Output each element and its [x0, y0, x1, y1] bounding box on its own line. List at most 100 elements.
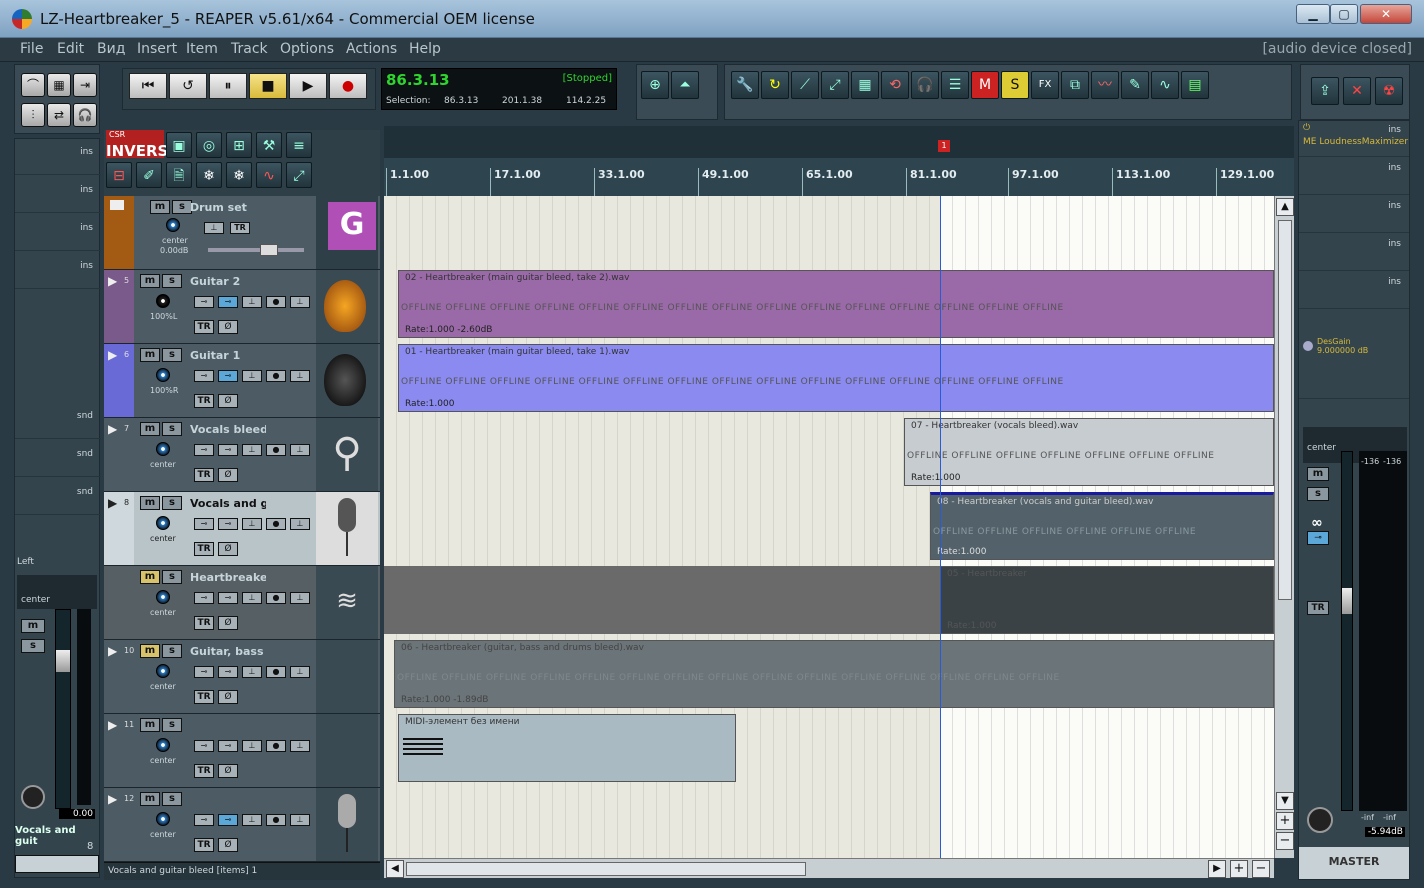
solo-button[interactable]: s: [162, 348, 182, 362]
io-button[interactable]: ⊥: [290, 444, 310, 456]
menu-track[interactable]: Track: [231, 41, 268, 57]
fx-button[interactable]: ⊸: [218, 666, 238, 678]
mute-button[interactable]: m: [140, 348, 160, 362]
expand-arrow-icon[interactable]: ▶: [108, 348, 117, 362]
selection-end[interactable]: 201.1.38: [502, 96, 542, 106]
knob-icon[interactable]: [1303, 341, 1313, 351]
arrange-view[interactable]: 02 - Heartbreaker (main guitar bleed, ta…: [384, 196, 1274, 858]
pan-knob[interactable]: [156, 738, 170, 752]
mixer-scrollbar[interactable]: [15, 855, 99, 873]
zoom-in-icon[interactable]: +: [1276, 812, 1294, 830]
fx-button[interactable]: ⊸: [218, 814, 238, 826]
route-button[interactable]: ⊸: [194, 592, 214, 604]
mute-button[interactable]: m: [140, 570, 160, 584]
send-slot[interactable]: snd: [15, 403, 101, 439]
media-item[interactable]: 06 - Heartbreaker (guitar, bass and drum…: [394, 640, 1274, 708]
record-button[interactable]: ●: [329, 73, 367, 99]
fx-button[interactable]: ⊸: [218, 592, 238, 604]
fx-slot[interactable]: ins: [15, 139, 101, 175]
split-icon[interactable]: ⇥: [73, 73, 97, 97]
pan-knob[interactable]: [156, 664, 170, 678]
mixer-icon[interactable]: ⫶: [21, 103, 45, 127]
maximize-button[interactable]: ▢: [1330, 4, 1358, 24]
rec-mode-button[interactable]: ●: [266, 370, 286, 382]
pan-knob[interactable]: [156, 442, 170, 456]
loop-icon[interactable]: ↻: [761, 71, 789, 99]
mute-button[interactable]: m: [150, 200, 170, 214]
go-to-start-button[interactable]: ⏮: [129, 73, 167, 99]
record-arm-icon[interactable]: [21, 785, 45, 809]
envelope-icon[interactable]: ⌒: [21, 73, 45, 97]
track-guitar-bass[interactable]: ▶ 10 m s Guitar, bass a center ⊸ ⊸ ⊥ ● ⊥…: [104, 640, 380, 714]
ripple-icon[interactable]: ⟲: [881, 71, 909, 99]
menu-file[interactable]: File: [20, 41, 43, 57]
scroll-thumb[interactable]: [1278, 220, 1292, 600]
track-12[interactable]: ▶ 12 m s center ⊸ ⊸ ⊥ ● ⊥ TR Ø: [104, 788, 380, 862]
tr-button[interactable]: TR: [230, 222, 250, 234]
master-fader[interactable]: [1341, 451, 1353, 811]
pan-display[interactable]: center: [17, 575, 97, 609]
phase-button[interactable]: Ø: [218, 542, 238, 556]
track-drum-set[interactable]: m s Drum set center 0.00dB ⊥ TR G: [104, 196, 380, 270]
solo-button[interactable]: s: [162, 274, 182, 288]
rec-mode-button[interactable]: ●: [266, 444, 286, 456]
io-button[interactable]: ⊥: [290, 814, 310, 826]
env-button[interactable]: ⊥: [242, 370, 262, 382]
minimize-button[interactable]: ▁: [1296, 4, 1330, 24]
track-name[interactable]: Guitar 1: [190, 349, 266, 362]
duplicate-icon[interactable]: ⧉: [1061, 71, 1089, 99]
rec-mode-button[interactable]: ●: [266, 740, 286, 752]
mute-button[interactable]: m: [140, 422, 160, 436]
play-button[interactable]: ▶: [289, 73, 327, 99]
solo-button[interactable]: s: [162, 422, 182, 436]
curve-icon[interactable]: ⟋: [791, 71, 819, 99]
volume-fader[interactable]: [55, 609, 71, 809]
tr-button[interactable]: TR: [194, 616, 214, 630]
fx-slot[interactable]: ins: [15, 215, 101, 251]
env-button[interactable]: ⊥: [242, 296, 262, 308]
route-button[interactable]: ⊸: [194, 444, 214, 456]
phase-button[interactable]: Ø: [218, 320, 238, 334]
input-button[interactable]: ⊥: [204, 222, 224, 234]
menu-edit[interactable]: Edit: [57, 41, 84, 57]
timeline-ruler[interactable]: 1.1.00 17.1.00 33.1.00 49.1.00 65.1.00 8…: [384, 158, 1294, 196]
rec-mode-button[interactable]: ●: [266, 592, 286, 604]
master-fx-slot[interactable]: ⏻ ins ME LoudnessMaximizer: [1299, 121, 1409, 157]
pan-knob[interactable]: [156, 368, 170, 382]
metronome-icon[interactable]: ⏶: [671, 71, 699, 99]
fader-handle[interactable]: [56, 650, 70, 672]
tree-icon[interactable]: ⊞: [226, 132, 252, 158]
link-icon[interactable]: ∞: [1311, 515, 1323, 531]
add-track-icon[interactable]: ☰: [941, 71, 969, 99]
scroll-left-icon[interactable]: ◀: [386, 860, 404, 878]
slider-handle[interactable]: [260, 244, 278, 256]
master-mute-button[interactable]: m: [1307, 467, 1329, 481]
phase-button[interactable]: Ø: [218, 616, 238, 630]
track-name[interactable]: Guitar 2: [190, 275, 266, 288]
solo-button[interactable]: s: [21, 639, 45, 653]
track-guitar-2[interactable]: ▶ 5 m s Guitar 2 100%L ⊸ ⊸ ⊥ ● ⊥ TR Ø: [104, 270, 380, 344]
menu-item[interactable]: Item: [186, 41, 218, 57]
pan-knob[interactable]: [156, 812, 170, 826]
pan-knob[interactable]: [156, 516, 170, 530]
expand-icon[interactable]: ⤢: [286, 162, 312, 188]
fx-button[interactable]: ⊸: [218, 518, 238, 530]
track-vocals-and-guitar[interactable]: ▶ 8 m s Vocals and gu center ⊸ ⊸ ⊥ ● ⊥ T…: [104, 492, 380, 566]
monitor-icon[interactable]: 🎧: [911, 71, 939, 99]
horizontal-scrollbar[interactable]: ◀ ▶ + −: [384, 858, 1274, 878]
insert-track-icon[interactable]: ⊟: [106, 162, 132, 188]
menu-view[interactable]: Вид: [97, 41, 125, 57]
media-item[interactable]: 02 - Heartbreaker (main guitar bleed, ta…: [398, 270, 1274, 338]
unfreeze-icon[interactable]: ❄: [226, 162, 252, 188]
export-icon[interactable]: ⇪: [1311, 77, 1339, 105]
tr-button[interactable]: TR: [194, 468, 214, 482]
scroll-up-icon[interactable]: ▲: [1276, 198, 1294, 216]
env-button[interactable]: ⊥: [242, 740, 262, 752]
rec-mode-button[interactable]: ●: [266, 296, 286, 308]
master-fx-slot[interactable]: ins: [1299, 197, 1409, 233]
wrench-icon[interactable]: 🔧: [731, 71, 759, 99]
track-name[interactable]: Vocals and gu: [190, 497, 266, 510]
phase-button[interactable]: Ø: [218, 690, 238, 704]
marker-flag[interactable]: 1: [938, 140, 950, 152]
route-button[interactable]: ⊸: [194, 666, 214, 678]
